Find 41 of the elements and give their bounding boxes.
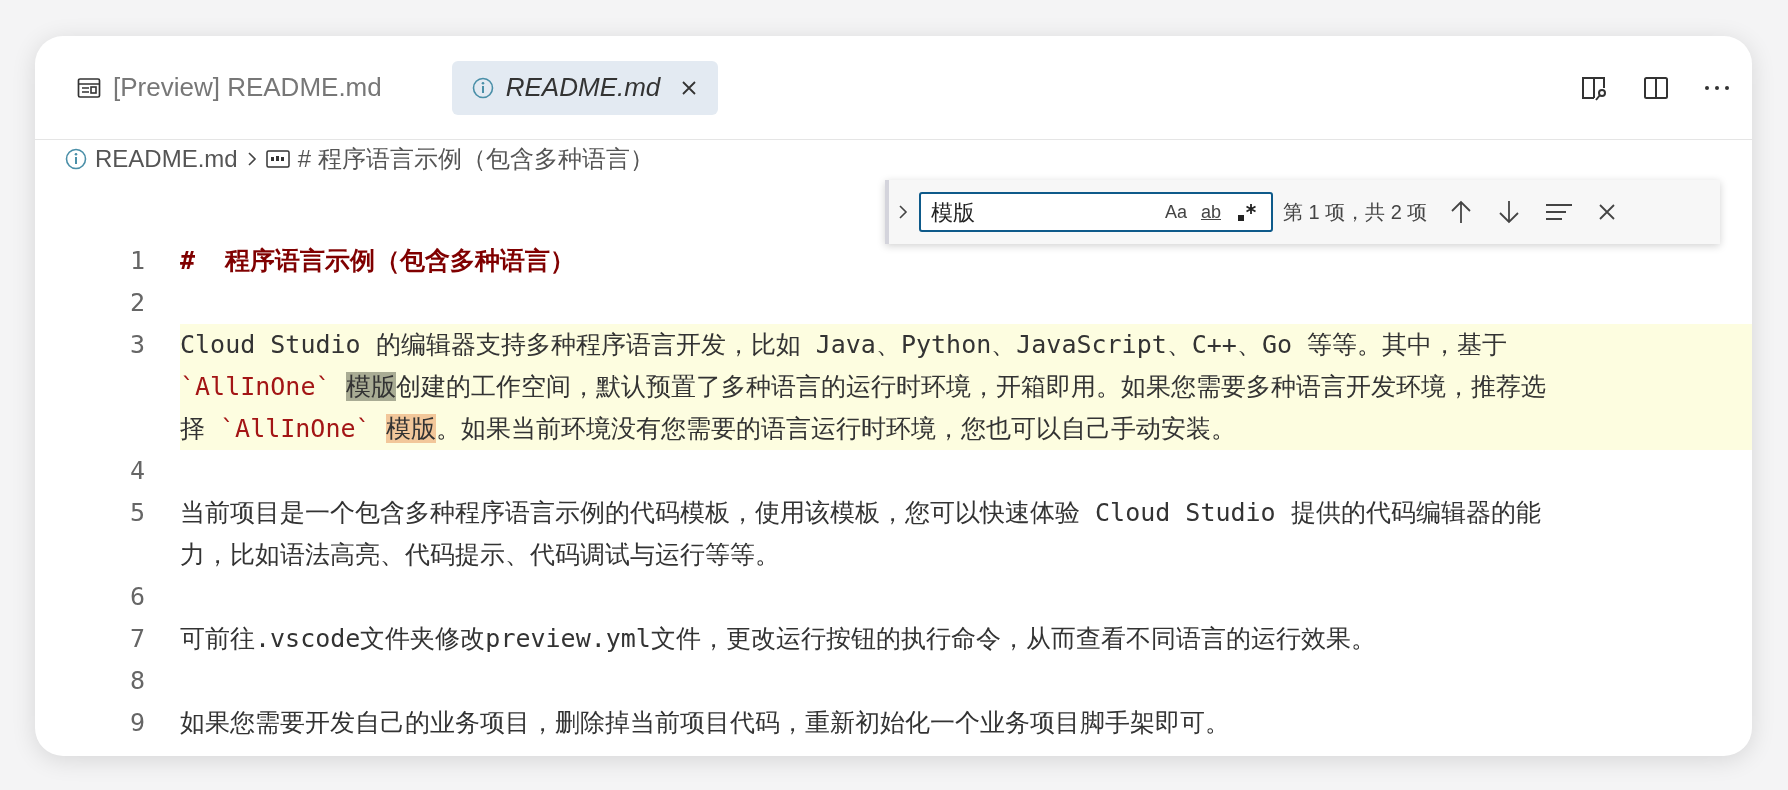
search-match: 模版	[345, 372, 396, 401]
info-icon	[471, 76, 494, 99]
line-number: 7	[129, 624, 145, 653]
text-line: Cloud Studio 的编辑器支持多种程序语言开发，比如 Java、Python、JavaScript、C++、Go 等等。其中，基于	[180, 330, 1508, 359]
close-icon[interactable]	[680, 78, 699, 97]
line-number: 8	[129, 666, 145, 695]
line-number: 6	[129, 582, 145, 611]
abc-icon	[265, 150, 290, 168]
match-case-toggle[interactable]: Aa	[1160, 198, 1191, 226]
heading-text: # 程序语言示例（包含多种语言）	[180, 246, 576, 275]
editor-tab[interactable]: [Preview] README.md	[57, 60, 402, 115]
text-line: 可前往.vscode文件夹修改preview.yml文件，更改运行按钮的执行命令，从而查看不同语言的运行效果。	[180, 624, 1376, 653]
line-number: 1	[129, 246, 145, 275]
match-count: 第 1 项，共 2 项	[1283, 200, 1428, 225]
line-number: 2	[129, 288, 145, 317]
close-icon[interactable]	[1597, 202, 1618, 222]
line-number: 5	[129, 498, 145, 527]
text-line: 创建的工作空间，默认预置了多种语言的运行时环境，开箱即用。如果您需要多种语言开发环境，推荐选	[395, 372, 1546, 401]
text-line: 力，比如语法高亮、代码提示、代码调试与运行等等。	[180, 540, 780, 569]
text-line: 当前项目是一个包含多种程序语言示例的代码模板，使用该模板，您可以快速体验 Cloud Studio 提供的代码编辑器的能	[180, 498, 1541, 527]
find-in-selection-icon[interactable]	[1545, 202, 1574, 222]
find-input[interactable]: 模版 Aa ab	[919, 192, 1273, 232]
arrow-down-icon[interactable]	[1497, 199, 1522, 225]
editor-tab[interactable]: README.md	[451, 60, 719, 115]
more-icon[interactable]	[1704, 83, 1730, 92]
text-line: 如果您需要开发自己的业务项目，删除掉当前项目代码，重新初始化一个业务项目脚手架即可。	[180, 708, 1230, 737]
info-icon	[65, 148, 87, 170]
chevron-right-icon	[245, 150, 258, 168]
code-text: `AllInOne`	[180, 372, 331, 401]
breadcrumb-item[interactable]: # 程序语言示例（包含多种语言）	[297, 141, 654, 177]
regex-icon	[1235, 201, 1259, 223]
line-number: 3	[129, 330, 145, 359]
whole-word-toggle[interactable]: ab	[1196, 198, 1225, 226]
text-line: 择	[180, 414, 206, 443]
text-line: 。如果当前环境没有您需要的语言运行时环境，您也可以自己手动安装。	[435, 414, 1236, 443]
preview-icon	[77, 76, 101, 99]
breadcrumb-item[interactable]: README.md	[95, 141, 238, 177]
line-number: 9	[129, 708, 145, 737]
line-number: 4	[129, 456, 145, 485]
code-text: `AllInOne`	[220, 414, 371, 443]
current-search-match: 模版	[385, 414, 436, 443]
